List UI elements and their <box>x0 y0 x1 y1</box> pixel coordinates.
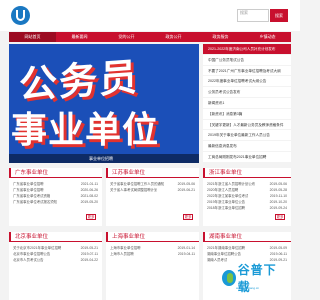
news-list: 2021-2022年度济南公司人员补充计划发布 中国广公务员笔试公告 不要了20… <box>203 44 291 163</box>
page: 搜索 搜索 网站首页 最新要闻 党的公开 政务公开 政务服务 乡镇动态 公务员 … <box>0 0 300 300</box>
list-item[interactable]: 2018年浙江事业单位招聘 2019-09-24 <box>203 205 291 211</box>
watermark-icon <box>222 270 236 286</box>
panel-title[interactable]: 上海事业单位 <box>106 232 199 242</box>
news-item[interactable]: 最新信息消息发布 <box>203 141 291 152</box>
search-input[interactable]: 搜索 <box>237 9 269 22</box>
news-item[interactable]: 中国广公务员笔试公告 <box>203 54 291 66</box>
panel-title[interactable]: 北京事业单位 <box>9 232 102 242</box>
more-button[interactable]: 更多 <box>86 214 96 220</box>
watermark-logo: 谷普下载 <box>222 263 282 294</box>
nav-item-news[interactable]: 最新要闻 <box>56 32 103 42</box>
news-item[interactable]: 不要了2021广州广东事业单位招聘及考试大纲 <box>203 65 291 77</box>
search-button[interactable]: 搜索 <box>270 9 288 22</box>
news-item[interactable]: 2019年关于事业单位最新工作人员公告 <box>203 130 291 142</box>
list-item-title[interactable]: 关于省人事考试局调整招聘计划 <box>110 187 157 193</box>
list-item-title[interactable]: 上海市人员招聘 <box>110 251 134 257</box>
list-item-date: 2019-09-24 <box>269 206 287 210</box>
news-item[interactable]: 2022年度事业单位招聘考试大纲公告 <box>203 76 291 88</box>
list-item[interactable]: 广东省事业单位考试报名须知 2019-05-20 <box>9 199 102 205</box>
banner-image[interactable]: 公务员 事业单位 事业单位招聘 <box>9 44 199 163</box>
panel-guangdong: 广东事业单位 广东省事业单位招聘 2021-01-11 广东省事业单位招聘 2020… <box>9 168 102 226</box>
main-nav: 网站首页 最新要闻 党的公开 政务公开 政务服务 乡镇动态 <box>9 32 291 42</box>
list-item-title[interactable]: 2018年浙江事业单位招聘 <box>207 205 245 211</box>
news-item[interactable]: 工商总局刚刚发布2021事业单位招聘 <box>203 151 291 163</box>
site-logo-icon[interactable] <box>11 6 30 25</box>
banner-line1: 公务员 <box>19 54 140 108</box>
panel-title[interactable]: 浙江事业单位 <box>203 168 291 178</box>
list-item-date: 2019-04-11 <box>177 252 195 256</box>
banner-line2: 事业单位 <box>11 110 160 151</box>
news-item[interactable]: 【关键字更新】人才最新公务员及教师资格条件 <box>203 119 291 131</box>
nav-item-home[interactable]: 网站首页 <box>9 32 56 42</box>
list-item[interactable]: 北京市人员考试公告 2019-04-22 <box>9 257 102 263</box>
banner-caption: 事业单位招聘 <box>9 154 199 163</box>
list-item-date: 2019-06-21 <box>177 188 195 192</box>
list-item-title[interactable]: 广东省事业单位考试报名须知 <box>13 199 57 205</box>
nav-item-service[interactable]: 政务服务 <box>197 32 244 42</box>
nav-item-town[interactable]: 乡镇动态 <box>244 32 291 42</box>
panel-title[interactable]: 江苏事业单位 <box>106 168 199 178</box>
panel-shanghai: 上海事业单位 上海市事业单位招聘 2019-01-14 上海市人员招聘 2019-0… <box>106 232 199 300</box>
nav-item-party[interactable]: 党的公开 <box>103 32 150 42</box>
list-item-date: 2019-04-22 <box>80 258 98 262</box>
nav-item-gov[interactable]: 政务公开 <box>150 32 197 42</box>
panel-title[interactable]: 广东事业单位 <box>9 168 102 178</box>
more-button[interactable]: 更多 <box>275 214 285 220</box>
list-item[interactable]: 上海市人员招聘 2019-04-11 <box>106 251 199 257</box>
news-item[interactable]: 2021-2022年度济南公司人员补充计划发布 <box>203 44 291 55</box>
list-item-title[interactable]: 北京市人员考试公告 <box>13 257 44 263</box>
watermark-url: www.sobijiang.cn <box>236 286 260 290</box>
panel-beijing: 北京事业单位 关于北京市2021年事业单位招聘 2019-05-21 北京市事业单… <box>9 232 102 300</box>
news-item[interactable]: 公务员考试公告发布 <box>203 87 291 98</box>
more-button[interactable]: 更多 <box>183 214 193 220</box>
panel-title[interactable]: 湖南事业单位 <box>203 232 291 242</box>
news-item[interactable]: 新闻资讯1 <box>203 97 291 109</box>
panel-jiangsu: 江苏事业单位 关于省事业单位招聘工作人员的通知 2019-05-06 关于省人事考… <box>106 168 199 226</box>
header: 搜索 搜索 <box>0 0 300 31</box>
panel-zhejiang: 浙江事业单位 2021年浙江省人员招聘计划公布 2019-05-06 2020年浙… <box>203 168 291 226</box>
news-item[interactable]: 【新资讯】消息第3篇 <box>203 108 291 120</box>
list-item-date: 2019-05-20 <box>80 200 98 204</box>
list-item-title[interactable]: 湖南人员考试 <box>207 257 227 263</box>
list-item[interactable]: 关于省人事考试局调整招聘计划 2019-06-21 <box>106 187 199 193</box>
